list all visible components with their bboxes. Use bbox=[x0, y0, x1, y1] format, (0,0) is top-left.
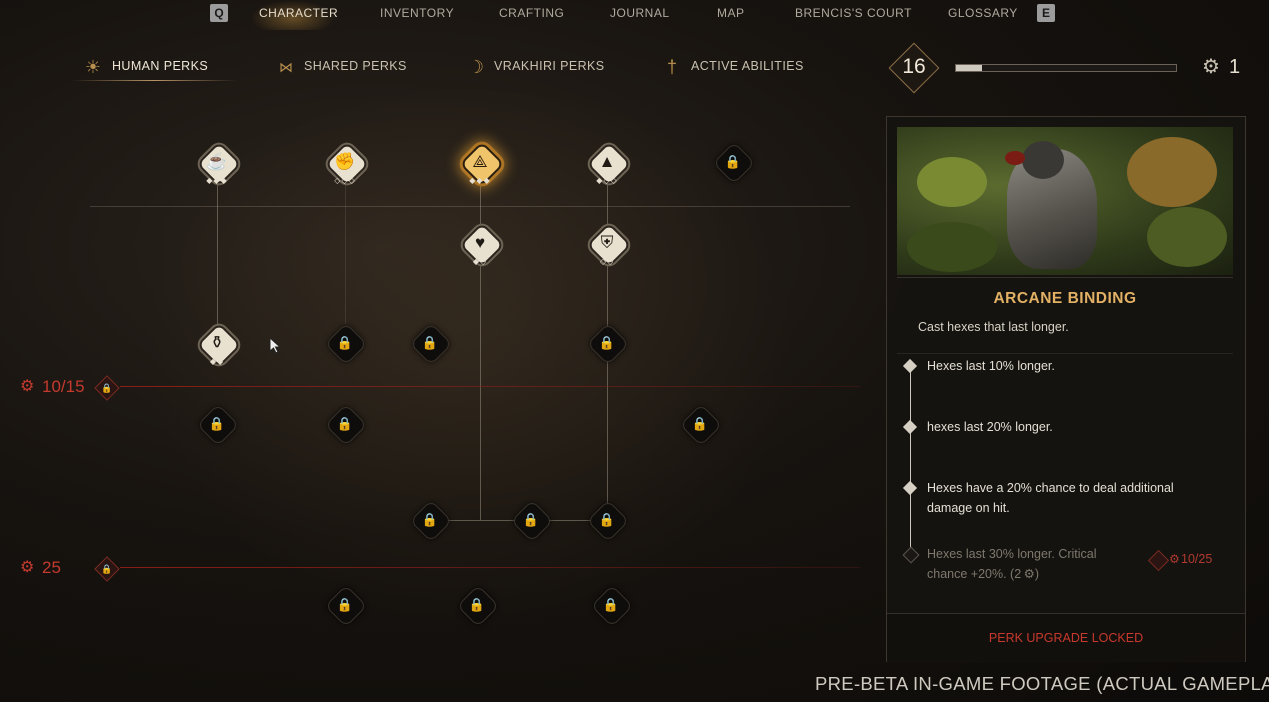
lock-icon: 🔒 bbox=[602, 597, 620, 612]
tier-divider bbox=[90, 206, 850, 207]
lock-icon bbox=[1147, 549, 1170, 572]
heart-perk[interactable]: ♥ ◆◇ bbox=[459, 222, 505, 268]
lock-icon: 🔒 bbox=[336, 416, 354, 431]
locked-perk-r6c4[interactable]: 🔒 bbox=[590, 584, 634, 628]
tier-connector bbox=[910, 367, 911, 557]
mug-perk[interactable]: ☕ ◆◆◆ bbox=[196, 141, 242, 187]
tier-4-requirement: 10/25 bbox=[1181, 552, 1213, 566]
gear-icon: ⚙ bbox=[1202, 56, 1220, 78]
lock-icon: 🔒 bbox=[336, 597, 354, 612]
gate-lock-icon: 🔒 bbox=[94, 556, 120, 582]
xp-progress-fill bbox=[956, 65, 983, 71]
connector-line bbox=[217, 182, 218, 324]
footage-disclaimer: PRE-BETA IN-GAME FOOTAGE (ACTUAL GAMEPLA… bbox=[815, 673, 1269, 694]
locked-perk-r6c2[interactable]: 🔒 bbox=[324, 584, 368, 628]
gear-icon: ⚙ bbox=[20, 559, 35, 576]
lock-icon: 🔒 bbox=[598, 512, 616, 527]
subtab-human-perks[interactable]: HUMAN PERKS bbox=[112, 59, 208, 73]
tab-journal[interactable]: JOURNAL bbox=[610, 6, 670, 20]
gate-line-1 bbox=[120, 386, 860, 387]
tab-glossary[interactable]: GLOSSARY bbox=[948, 6, 1018, 20]
connector-line bbox=[345, 182, 346, 324]
subtab-vrakhiri-perks[interactable]: VRAKHIRI PERKS bbox=[494, 59, 605, 73]
tab-crafting[interactable]: CRAFTING bbox=[499, 6, 564, 20]
tier-3-text: Hexes have a 20% chance to deal addition… bbox=[927, 481, 1174, 515]
bowtie-icon: ⋈ bbox=[279, 59, 293, 75]
lock-icon: 🔒 bbox=[421, 335, 439, 350]
locked-perk-r6c3[interactable]: 🔒 bbox=[456, 584, 500, 628]
locked-perk-r5c4[interactable]: 🔒 bbox=[510, 499, 554, 543]
locked-perk-r4c5[interactable]: 🔒 bbox=[679, 403, 723, 447]
locked-perk-r1c5[interactable]: 🔒 bbox=[712, 141, 756, 185]
arcane-binding-perk[interactable]: ⟁ ◆◆◆ bbox=[459, 141, 505, 187]
fist-perk[interactable]: ✊ ◇◇◇ bbox=[324, 141, 370, 187]
lock-icon: 🔒 bbox=[522, 512, 540, 527]
level-number: 16 bbox=[902, 55, 926, 78]
top-navigation: Q CHARACTER INVENTORY CRAFTING JOURNAL M… bbox=[0, 0, 1269, 30]
gate-lock-icon: 🔒 bbox=[94, 375, 120, 401]
tier-2-text: hexes last 20% longer. bbox=[927, 420, 1053, 434]
tab-inventory[interactable]: INVENTORY bbox=[380, 6, 454, 20]
prev-tab-key-q[interactable]: Q bbox=[210, 4, 228, 22]
locked-perk-r4c1[interactable]: 🔒 bbox=[196, 403, 240, 447]
sun-icon: ☀ bbox=[84, 57, 102, 77]
triangle-perk[interactable]: ▲ ◆◇◇ bbox=[586, 141, 632, 187]
locked-perk-r5c5[interactable]: 🔒 bbox=[586, 499, 630, 543]
tier-pip-2 bbox=[902, 419, 918, 435]
locked-perk-r4c2[interactable]: 🔒 bbox=[324, 403, 368, 447]
perk-description: Cast hexes that last longer. bbox=[918, 320, 1069, 334]
locked-perk-r5c3[interactable]: 🔒 bbox=[409, 499, 453, 543]
tier-pip-4 bbox=[902, 546, 920, 564]
xp-progress-bar bbox=[955, 64, 1177, 72]
lock-icon: 🔒 bbox=[208, 416, 226, 431]
tab-character[interactable]: CHARACTER bbox=[259, 6, 338, 20]
moon-icon: ☽ bbox=[467, 57, 485, 77]
locked-perk-r3c3[interactable]: 🔒 bbox=[409, 322, 453, 366]
locked-perk-r3c2[interactable]: 🔒 bbox=[324, 322, 368, 366]
tier-4-text: Hexes last 30% longer. Critical chance +… bbox=[927, 547, 1097, 581]
perk-points-count: 1 bbox=[1229, 56, 1241, 78]
lock-icon: 🔒 bbox=[691, 416, 709, 431]
tier-pip-3 bbox=[902, 480, 918, 496]
dagger-icon: † bbox=[666, 57, 677, 77]
shield-perk[interactable]: ⛨ ◇◇ bbox=[586, 222, 632, 268]
subtab-shared-perks[interactable]: SHARED PERKS bbox=[304, 59, 407, 73]
perk-rank-pips: ◆◇ bbox=[472, 257, 488, 266]
tier-pip-1 bbox=[902, 358, 918, 374]
perk-rank-pips: ◆◆ bbox=[209, 357, 225, 366]
lock-icon: 🔒 bbox=[598, 335, 616, 350]
gate-line-2 bbox=[120, 567, 860, 568]
perk-rank-pips: ◆◇◇ bbox=[596, 176, 618, 185]
tier-1-text: Hexes last 10% longer. bbox=[927, 359, 1055, 373]
perk-detail-panel: ARCANE BINDING Cast hexes that last long… bbox=[886, 116, 1246, 662]
next-tab-key-e[interactable]: E bbox=[1037, 4, 1055, 22]
tab-brenciss-court[interactable]: BRENCIS'S COURT bbox=[795, 6, 912, 20]
gear-icon: ⚙ bbox=[20, 378, 35, 395]
tab-map[interactable]: MAP bbox=[717, 6, 745, 20]
perk-illustration bbox=[897, 127, 1233, 275]
perk-rank-pips: ◆◆◆ bbox=[206, 176, 228, 185]
active-subtab-underline bbox=[72, 80, 237, 81]
perk-rank-pips: ◇◇◇ bbox=[334, 176, 356, 185]
perk-upgrade-button[interactable]: PERK UPGRADE LOCKED bbox=[887, 613, 1245, 662]
lock-icon: 🔒 bbox=[468, 597, 486, 612]
perk-rank-pips: ◇◇ bbox=[599, 257, 615, 266]
lock-icon: 🔒 bbox=[421, 512, 439, 527]
perk-rank-pips: ◆◆◆ bbox=[469, 176, 491, 185]
subtab-active-abilities[interactable]: ACTIVE ABILITIES bbox=[691, 59, 804, 73]
locked-perk-r3c4[interactable]: 🔒 bbox=[586, 322, 630, 366]
perk-title: ARCANE BINDING bbox=[993, 290, 1137, 307]
lock-icon: 🔒 bbox=[724, 154, 742, 169]
lock-icon: 🔒 bbox=[336, 335, 354, 350]
teapot-perk[interactable]: ⚱ ◆◆ bbox=[196, 322, 242, 368]
gate-requirement-2: 25 bbox=[42, 558, 61, 577]
gear-icon: ⚙ bbox=[1169, 552, 1180, 566]
gate-requirement-1: 10/15 bbox=[42, 377, 85, 396]
